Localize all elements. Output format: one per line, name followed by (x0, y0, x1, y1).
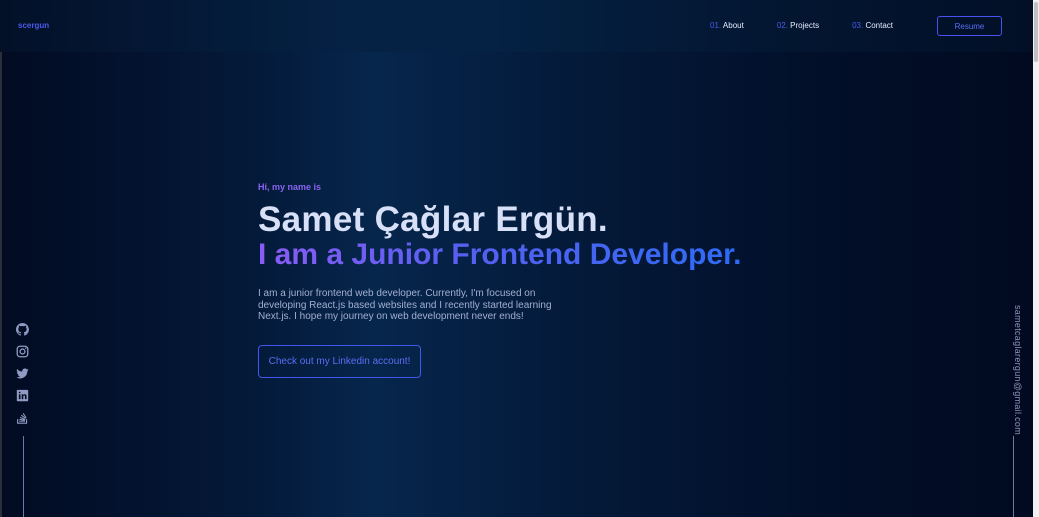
nav-label: Contact (865, 21, 894, 30)
twitter-icon[interactable] (16, 367, 29, 380)
nav-number: 01. (710, 21, 722, 30)
nav-projects[interactable]: 02. Projects (777, 21, 819, 30)
social-links (15, 323, 29, 424)
stackoverflow-icon[interactable] (16, 411, 29, 424)
linkedin-cta-button[interactable]: Check out my Linkedin account! (258, 344, 421, 378)
email-link[interactable]: sametcaglarergun@gmail.com (1013, 305, 1023, 435)
scrollbar-thumb[interactable] (1034, 2, 1038, 62)
scrollbar[interactable] (1033, 0, 1039, 517)
github-icon[interactable] (15, 323, 29, 336)
nav-links: 01. About 02. Projects 03. Contact (710, 21, 893, 30)
instagram-icon[interactable] (16, 345, 29, 358)
nav-about[interactable]: 01. About (710, 21, 744, 30)
nav-label: Projects (790, 21, 820, 30)
left-divider-line (23, 436, 24, 517)
nav-label: About (722, 21, 744, 30)
hero-name: Samet Çağlar Ergün. (258, 200, 608, 239)
logo-link[interactable]: scergun (18, 21, 49, 30)
hero-section: Hi, my name is Samet Çağlar Ergün. I am … (258, 182, 741, 378)
greeting: Hi, my name is (258, 182, 322, 192)
right-divider-line (1013, 436, 1014, 517)
nav-number: 02. (776, 21, 788, 30)
linkedin-icon[interactable] (16, 389, 29, 402)
resume-button[interactable]: Resume (937, 16, 1002, 36)
hero-description: I am a junior frontend web developer. Cu… (258, 288, 552, 322)
nav-number: 03. (852, 21, 864, 30)
nav-contact[interactable]: 03. Contact (852, 21, 893, 30)
top-nav: scergun 01. About 02. Projects 03. Conta… (0, 0, 1033, 52)
hero-role: I am a Junior Frontend Developer. (258, 238, 742, 271)
